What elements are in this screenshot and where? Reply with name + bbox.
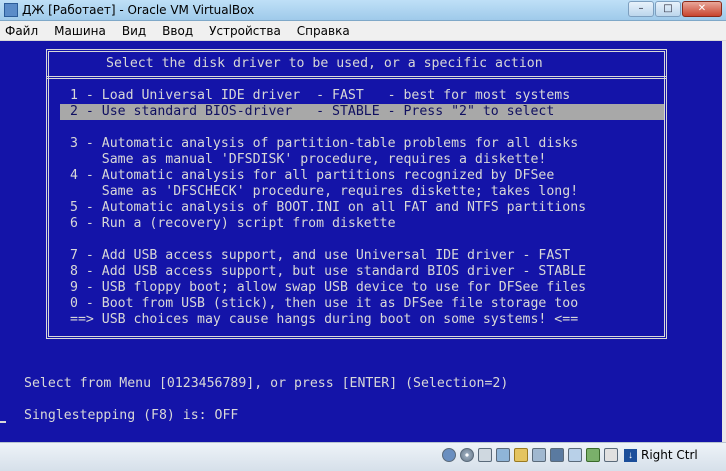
window-controls: – □ ✕ bbox=[627, 1, 722, 18]
video-capture-icon[interactable] bbox=[568, 448, 582, 462]
window-titlebar: ДЖ [Работает] - Oracle VM VirtualBox – □… bbox=[0, 0, 726, 21]
menu-machine[interactable]: Машина bbox=[46, 24, 114, 38]
device-status-icons: ↓ Right Ctrl bbox=[442, 448, 698, 462]
maximize-button[interactable]: □ bbox=[655, 1, 681, 17]
menu-option-8: 8 - Add USB access support, but use stan… bbox=[70, 264, 587, 279]
menu-option-0: 0 - Boot from USB (stick), then use it a… bbox=[70, 296, 579, 311]
menubar: Файл Машина Вид Ввод Устройства Справка bbox=[0, 21, 726, 41]
mouse-integration-icon[interactable] bbox=[604, 448, 618, 462]
host-key-icon: ↓ bbox=[624, 448, 637, 462]
menu-option-7: 7 - Add USB access support, and use Univ… bbox=[70, 248, 571, 263]
menu-option-1: 1 - Load Universal IDE driver - FAST - b… bbox=[70, 88, 571, 103]
display-icon[interactable] bbox=[550, 448, 564, 462]
window-title: ДЖ [Работает] - Oracle VM VirtualBox bbox=[22, 3, 255, 17]
menu-input[interactable]: Ввод bbox=[154, 24, 201, 38]
shared-clipboard-icon[interactable] bbox=[532, 448, 546, 462]
menu-option-6: 6 - Run a (recovery) script from diskett… bbox=[70, 216, 396, 231]
cpu-icon bbox=[586, 448, 600, 462]
usb-icon[interactable] bbox=[478, 448, 492, 462]
menu-option-2-selected: 2 - Use standard BIOS-driver - STABLE - … bbox=[60, 104, 664, 120]
menu-header: Select the disk driver to be used, or a … bbox=[106, 56, 543, 71]
minimize-button[interactable]: – bbox=[628, 1, 654, 17]
statusbar: ↓ Right Ctrl bbox=[0, 442, 726, 471]
host-key-label: Right Ctrl bbox=[641, 448, 698, 462]
vm-screen[interactable]: Select the disk driver to be used, or a … bbox=[0, 41, 726, 442]
menu-option-3-detail: Same as manual 'DFSDISK' procedure, requ… bbox=[70, 152, 547, 167]
network-icon[interactable] bbox=[496, 448, 510, 462]
menu-view[interactable]: Вид bbox=[114, 24, 154, 38]
menu-devices[interactable]: Устройства bbox=[201, 24, 289, 38]
menu-option-9: 9 - USB floppy boot; allow swap USB devi… bbox=[70, 280, 587, 295]
usb-warning: ==> USB choices may cause hangs during b… bbox=[70, 312, 579, 327]
shared-folder-icon[interactable] bbox=[514, 448, 528, 462]
menu-option-4: 4 - Automatic analysis for all partition… bbox=[70, 168, 555, 183]
virtualbox-app-icon bbox=[4, 3, 18, 17]
hard-disk-icon[interactable] bbox=[442, 448, 456, 462]
singlestep-status: Singlestepping (F8) is: OFF bbox=[24, 408, 239, 423]
menu-header-divider bbox=[46, 76, 667, 79]
menu-option-3: 3 - Automatic analysis of partition-tabl… bbox=[70, 136, 579, 151]
text-cursor bbox=[0, 421, 6, 423]
menu-option-5: 5 - Automatic analysis of BOOT.INI on al… bbox=[70, 200, 587, 215]
menu-file[interactable]: Файл bbox=[0, 24, 46, 38]
menu-option-4-detail: Same as 'DFSCHECK' procedure, requires d… bbox=[70, 184, 579, 199]
window-right-edge bbox=[722, 41, 726, 442]
menu-help[interactable]: Справка bbox=[289, 24, 358, 38]
selection-prompt: Select from Menu [0123456789], or press … bbox=[24, 376, 509, 391]
close-button[interactable]: ✕ bbox=[682, 1, 722, 17]
optical-drive-icon[interactable] bbox=[460, 448, 474, 462]
